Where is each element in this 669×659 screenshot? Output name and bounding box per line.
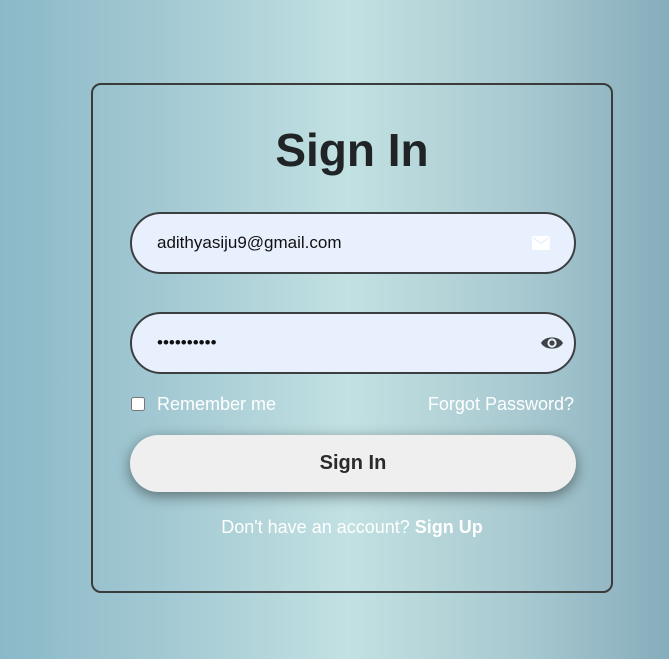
password-field[interactable] xyxy=(157,314,517,372)
signup-prompt-text: Don't have an account? xyxy=(221,517,415,537)
page-title: Sign In xyxy=(275,124,429,176)
mail-icon xyxy=(532,236,550,250)
email-field[interactable] xyxy=(157,214,517,272)
remember-me-checkbox[interactable] xyxy=(131,397,145,411)
password-field-wrapper xyxy=(130,312,576,374)
remember-me-label: Remember me xyxy=(157,393,277,414)
signup-prompt-row: Don't have an account? Sign Up xyxy=(93,515,611,539)
sign-in-button[interactable]: Sign In xyxy=(130,435,576,492)
eye-icon[interactable] xyxy=(540,332,564,354)
email-field-wrapper xyxy=(130,212,576,274)
signin-card: Sign In Remember me Forgot Password? Sig… xyxy=(91,83,613,593)
sign-up-link[interactable]: Sign Up xyxy=(415,517,483,537)
forgot-password-link[interactable]: Forgot Password? xyxy=(428,393,574,415)
remember-me[interactable]: Remember me xyxy=(130,393,276,415)
